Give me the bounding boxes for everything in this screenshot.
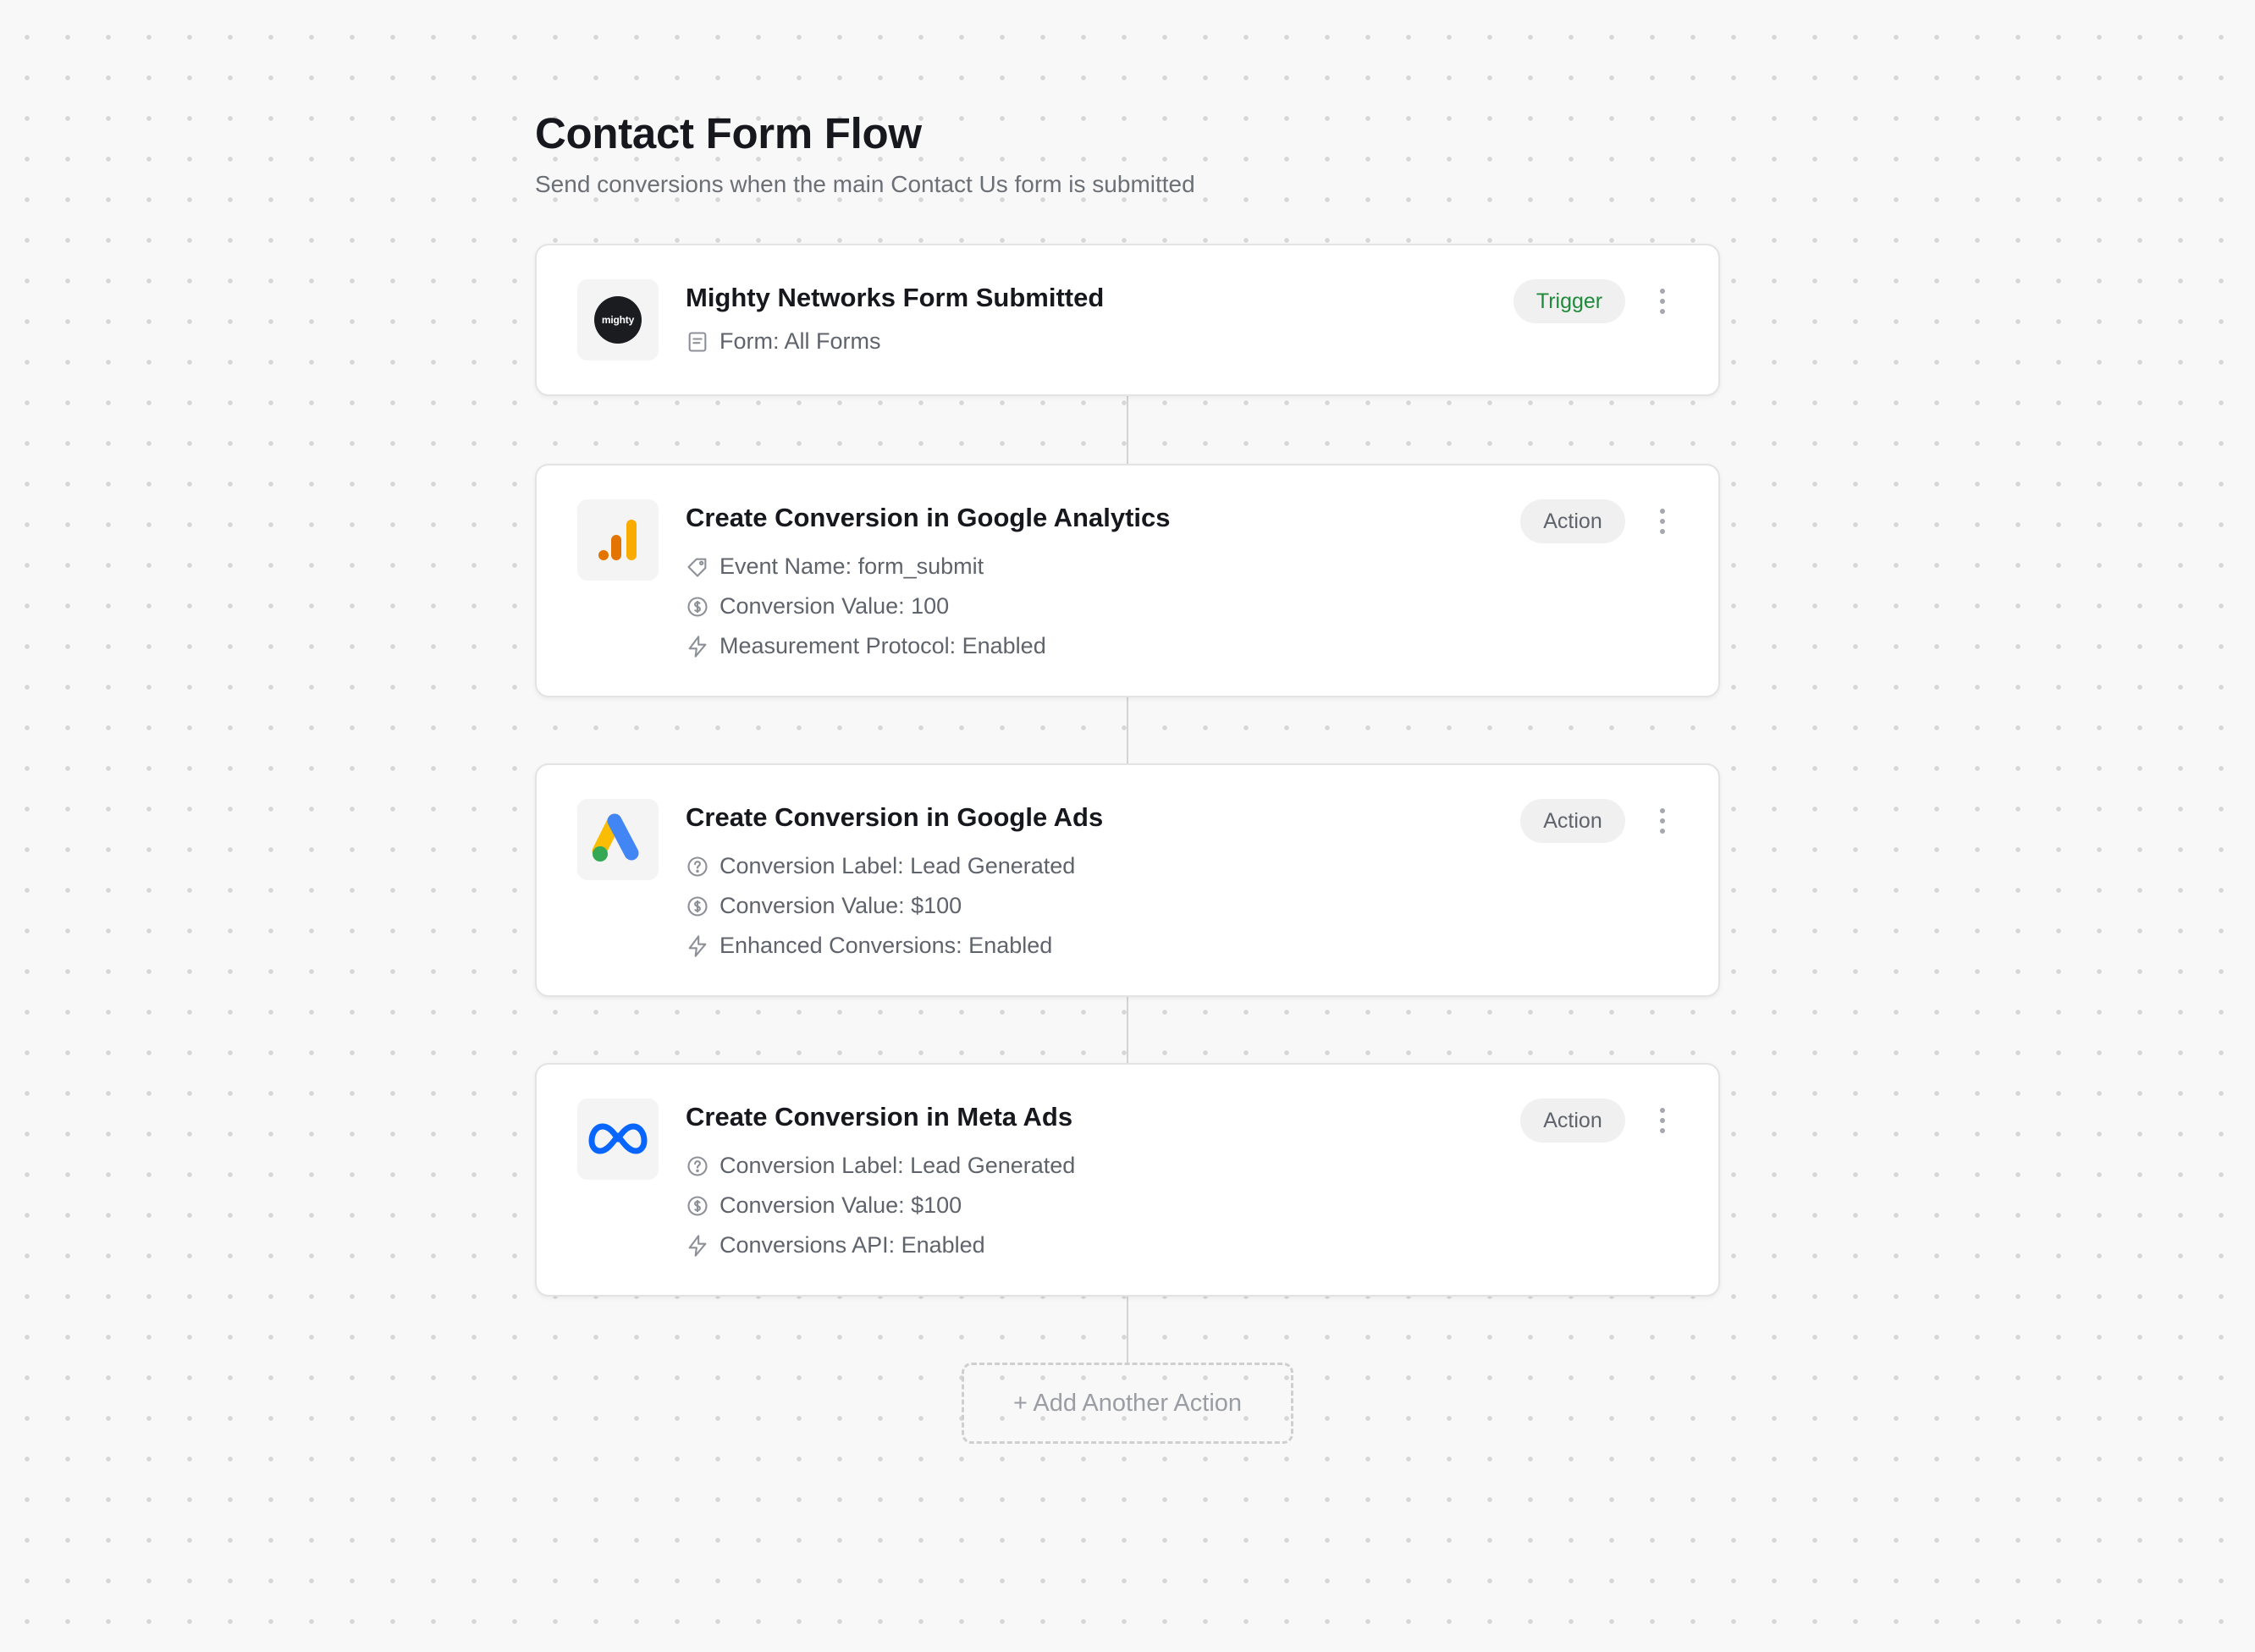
form-icon (688, 331, 707, 352)
flow-connector (1127, 396, 1128, 465)
step-detail: Conversions API: Enabled (686, 1232, 985, 1258)
page-subtitle: Send conversions when the main Contact U… (535, 171, 1195, 197)
step-card-meta-ads[interactable]: Create Conversion in Meta Ads Conversion… (535, 1063, 1720, 1297)
step-title: Create Conversion in Google Analytics (686, 503, 1171, 532)
step-title: Mighty Networks Form Submitted (686, 283, 1105, 312)
more-options-icon[interactable] (1654, 283, 1671, 320)
detail-text: Conversion Label: Lead Generated (720, 1153, 1076, 1178)
question-icon (687, 1155, 708, 1176)
lightning-icon (688, 1234, 707, 1257)
step-detail: Enhanced Conversions: Enabled (686, 933, 1052, 959)
lightning-icon (688, 934, 707, 957)
action-badge: Action (1520, 799, 1625, 843)
detail-text: Event Name: form_submit (720, 553, 984, 579)
page-title: Contact Form Flow (535, 109, 922, 157)
step-detail: Conversion Value: 100 (686, 593, 949, 620)
action-badge: Action (1520, 499, 1625, 543)
detail-text: Conversion Value: $100 (720, 1192, 962, 1218)
detail-text: Enhanced Conversions: Enabled (720, 933, 1053, 958)
step-title: Create Conversion in Google Ads (686, 802, 1104, 832)
dollar-icon (687, 596, 708, 617)
mighty-logo-text: mighty (601, 314, 635, 326)
detail-text: Conversion Value: $100 (720, 893, 962, 918)
more-options-icon[interactable] (1654, 503, 1671, 540)
step-detail: Conversion Value: $100 (686, 893, 962, 919)
tag-icon (687, 558, 707, 577)
step-detail: Conversion Label: Lead Generated (686, 1153, 1075, 1179)
detail-text: Conversions API: Enabled (720, 1232, 985, 1258)
more-options-icon[interactable] (1654, 1102, 1671, 1139)
add-another-action-button[interactable]: + Add Another Action (962, 1363, 1293, 1444)
google-ads-logo (577, 799, 659, 880)
trigger-badge: Trigger (1513, 279, 1625, 323)
google-analytics-logo (577, 499, 659, 581)
detail-text: Form: All Forms (720, 328, 881, 354)
step-detail: Event Name: form_submit (686, 553, 984, 580)
more-options-icon[interactable] (1654, 802, 1671, 840)
step-card-trigger[interactable]: mighty Mighty Networks Form Submitted Fo… (535, 244, 1720, 396)
detail-text: Conversion Label: Lead Generated (720, 853, 1076, 878)
step-title: Create Conversion in Meta Ads (686, 1102, 1073, 1132)
step-detail: Form: All Forms (686, 328, 881, 355)
step-detail: Conversion Label: Lead Generated (686, 853, 1075, 879)
flow-connector (1127, 995, 1128, 1065)
flow-connector (1127, 696, 1128, 765)
question-icon (687, 856, 708, 877)
step-card-google-ads[interactable]: Create Conversion in Google Ads Conversi… (535, 763, 1720, 997)
detail-text: Conversion Value: 100 (720, 593, 950, 619)
detail-text: Measurement Protocol: Enabled (720, 633, 1046, 658)
lightning-icon (688, 635, 707, 658)
dollar-icon (687, 1195, 708, 1216)
step-detail: Measurement Protocol: Enabled (686, 633, 1046, 659)
mighty-networks-logo: mighty (577, 279, 659, 361)
dollar-icon (687, 895, 708, 917)
flow-connector (1127, 1295, 1128, 1364)
step-card-google-analytics[interactable]: Create Conversion in Google Analytics Ev… (535, 464, 1720, 697)
step-detail: Conversion Value: $100 (686, 1192, 962, 1219)
action-badge: Action (1520, 1099, 1625, 1143)
meta-logo (577, 1099, 659, 1180)
